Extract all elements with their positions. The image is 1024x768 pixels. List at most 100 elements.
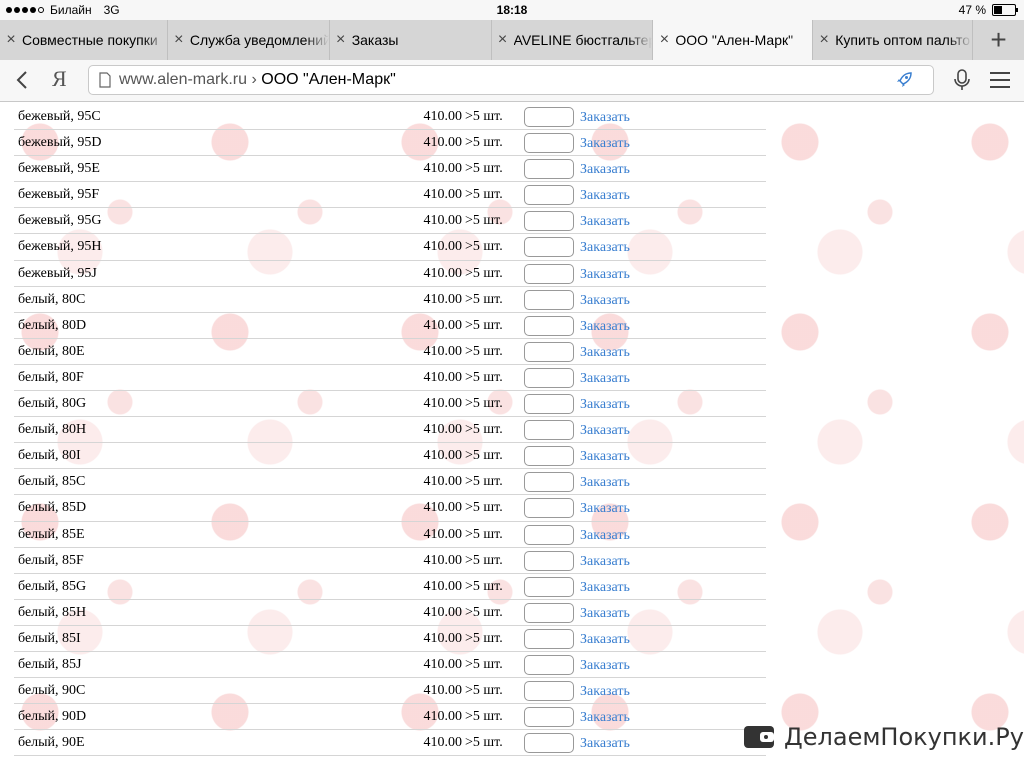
quantity-input[interactable] — [524, 420, 574, 441]
stock-status: >5 шт. — [465, 265, 503, 281]
order-link[interactable]: Заказать — [580, 319, 630, 335]
tab-1[interactable]: × Совместные покупки — [0, 20, 168, 60]
order-link[interactable]: Заказать — [580, 423, 630, 439]
stock-status: >5 шт. — [465, 735, 503, 751]
product-variant: белый, 85D — [18, 500, 87, 516]
order-link[interactable]: Заказать — [580, 162, 630, 178]
order-link[interactable]: Заказать — [580, 240, 630, 256]
order-link[interactable]: Заказать — [580, 214, 630, 230]
quantity-input[interactable] — [524, 237, 574, 258]
quantity-input[interactable] — [524, 289, 574, 310]
order-link[interactable]: Заказать — [580, 136, 630, 152]
order-link[interactable]: Заказать — [580, 528, 630, 544]
rocket-icon[interactable] — [895, 71, 913, 89]
tab-3[interactable]: × Заказы — [329, 20, 492, 60]
product-variant: белый, 90D — [18, 709, 87, 725]
quantity-input[interactable] — [524, 550, 574, 571]
order-link[interactable]: Заказать — [580, 475, 630, 491]
quantity-input[interactable] — [524, 733, 574, 754]
quantity-input[interactable] — [524, 133, 574, 154]
order-link[interactable]: Заказать — [580, 710, 630, 726]
yandex-logo-button[interactable]: Я — [52, 66, 67, 92]
stock-status: >5 шт. — [465, 500, 503, 516]
stock-status: >5 шт. — [465, 213, 503, 229]
table-row: бежевый, 95H 410.00 >5 шт. Заказать — [14, 234, 766, 261]
stock-status: >5 шт. — [465, 343, 503, 359]
quantity-input[interactable] — [524, 472, 574, 493]
order-link[interactable]: Заказать — [580, 397, 630, 413]
tab-2[interactable]: × Служба уведомлений — [167, 20, 330, 60]
order-link[interactable]: Заказать — [580, 632, 630, 648]
tab-5[interactable]: × ООО "Ален-Марк" — [653, 20, 814, 60]
close-icon[interactable]: × — [0, 31, 22, 49]
table-row: белый, 80F 410.00 >5 шт. Заказать — [14, 365, 766, 392]
table-row: белый, 80H 410.00 >5 шт. Заказать — [14, 417, 766, 444]
quantity-input[interactable] — [524, 107, 574, 127]
order-link[interactable]: Заказать — [580, 110, 630, 126]
product-price: 410.00 — [423, 604, 463, 620]
order-link[interactable]: Заказать — [580, 371, 630, 387]
quantity-input[interactable] — [524, 524, 574, 545]
stock-status: >5 шт. — [465, 187, 503, 203]
battery-icon — [992, 4, 1018, 16]
address-bar[interactable]: www.alen-mark.ru › ООО "Ален-Марк" — [88, 65, 934, 95]
product-variant: бежевый, 95D — [18, 135, 102, 151]
stock-status: >5 шт. — [465, 317, 503, 333]
close-icon[interactable]: × — [653, 31, 675, 49]
table-row: бежевый, 95F 410.00 >5 шт. Заказать — [14, 182, 766, 209]
microphone-icon[interactable] — [952, 69, 972, 91]
order-link[interactable]: Заказать — [580, 188, 630, 204]
quantity-input[interactable] — [524, 498, 574, 519]
tab-6[interactable]: × Купить оптом пальто — [813, 20, 974, 60]
close-icon[interactable]: × — [168, 31, 190, 49]
close-icon[interactable]: × — [492, 31, 514, 49]
product-variant: белый, 85I — [18, 630, 81, 646]
quantity-input[interactable] — [524, 315, 574, 336]
product-price: 410.00 — [423, 161, 463, 177]
back-arrow-icon[interactable] — [12, 69, 34, 91]
quantity-input[interactable] — [524, 654, 574, 675]
stock-status: >5 шт. — [465, 630, 503, 646]
tab-4[interactable]: × AVELINE бюстгальтеры — [491, 20, 654, 60]
close-icon[interactable]: × — [813, 31, 835, 49]
product-price: 410.00 — [423, 656, 463, 672]
order-link[interactable]: Заказать — [580, 501, 630, 517]
order-link[interactable]: Заказать — [580, 736, 630, 752]
url-page-title: ООО "Ален-Марк" — [261, 71, 396, 88]
product-variant: бежевый, 95J — [18, 265, 97, 281]
stock-status: >5 шт. — [465, 604, 503, 620]
quantity-input[interactable] — [524, 159, 574, 180]
quantity-input[interactable] — [524, 681, 574, 702]
hamburger-menu-icon[interactable] — [990, 72, 1010, 88]
order-link[interactable]: Заказать — [580, 658, 630, 674]
order-link[interactable]: Заказать — [580, 580, 630, 596]
product-price: 410.00 — [423, 526, 463, 542]
order-link[interactable]: Заказать — [580, 684, 630, 700]
quantity-input[interactable] — [524, 446, 574, 467]
quantity-input[interactable] — [524, 576, 574, 597]
order-link[interactable]: Заказать — [580, 449, 630, 465]
table-row: белый, 85G 410.00 >5 шт. Заказать — [14, 574, 766, 600]
quantity-input[interactable] — [524, 707, 574, 728]
close-icon[interactable]: × — [330, 31, 352, 49]
table-row: бежевый, 95D 410.00 >5 шт. Заказать — [14, 130, 766, 157]
status-bar: Билайн 3G 18:18 47 % — [0, 0, 1024, 20]
quantity-input[interactable] — [524, 602, 574, 623]
quantity-input[interactable] — [524, 394, 574, 415]
quantity-input[interactable] — [524, 628, 574, 649]
quantity-input[interactable] — [524, 211, 574, 232]
quantity-input[interactable] — [524, 263, 574, 284]
product-variant: белый, 80E — [18, 343, 85, 359]
plus-icon[interactable]: + — [973, 20, 1024, 60]
order-link[interactable]: Заказать — [580, 345, 630, 361]
product-variant: бежевый, 95G — [18, 213, 102, 229]
order-link[interactable]: Заказать — [580, 267, 630, 283]
quantity-input[interactable] — [524, 367, 574, 388]
order-link[interactable]: Заказать — [580, 554, 630, 570]
quantity-input[interactable] — [524, 341, 574, 362]
quantity-input[interactable] — [524, 185, 574, 206]
order-link[interactable]: Заказать — [580, 606, 630, 622]
product-price: 410.00 — [423, 135, 463, 151]
order-link[interactable]: Заказать — [580, 293, 630, 309]
table-row: белый, 85C 410.00 >5 шт. Заказать — [14, 469, 766, 496]
